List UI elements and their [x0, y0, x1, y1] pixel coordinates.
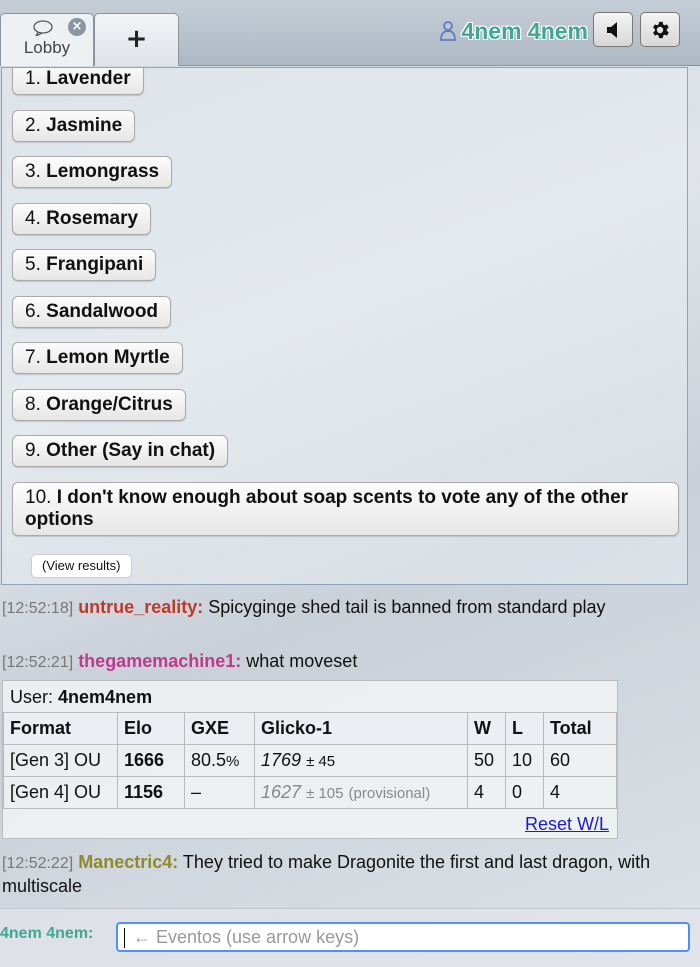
chat-text: Spicyginge shed tail is banned from stan…	[208, 597, 606, 617]
column-header: GXE	[184, 712, 255, 745]
poll-option[interactable]: 3. Lemongrass	[12, 156, 173, 188]
poll-option[interactable]: 1. Lavender	[12, 68, 144, 95]
column-header: Format	[3, 712, 118, 745]
format-cell: [Gen 3] OU	[3, 744, 118, 777]
total-cell: 60	[543, 744, 617, 777]
poll-option[interactable]: 6. Sandalwood	[12, 296, 172, 328]
chat-username[interactable]: Manectric4:	[78, 852, 178, 872]
column-header: Glicko-1	[254, 712, 468, 745]
close-icon[interactable]: ×	[68, 18, 86, 36]
new-tab-button[interactable]: +	[94, 13, 179, 66]
column-header: Elo	[117, 712, 185, 745]
chat-message: [12:52:21] thegamemachine1: what moveset	[2, 650, 692, 674]
header-username[interactable]: 4nem 4nem	[461, 18, 588, 45]
view-results-button[interactable]: (View results)	[31, 554, 132, 578]
user-menu[interactable]: 4nem 4nem	[440, 14, 588, 48]
wins-cell: 50	[467, 744, 506, 777]
plus-icon: +	[125, 24, 148, 54]
volume-button[interactable]	[593, 12, 633, 47]
volume-icon	[607, 21, 617, 38]
poll-option[interactable]: 8. Orange/Citrus	[12, 389, 186, 421]
table-row: [Gen 3] OU 1666 80.5% 1769 ± 45 50 10 60	[3, 744, 617, 777]
column-header: W	[467, 712, 506, 745]
chat-input-placeholder: ← Eventos (use arrow keys)	[133, 927, 360, 947]
format-cell: [Gen 4] OU	[3, 776, 118, 809]
glicko-cell: 1627 ± 105 (provisional)	[254, 776, 468, 809]
chat-message: [12:52:18] untrue_reality: Spicyginge sh…	[2, 596, 692, 620]
timestamp: [12:52:21]	[2, 654, 74, 671]
poll-option[interactable]: 7. Lemon Myrtle	[12, 342, 183, 374]
chat-bubble-icon	[33, 20, 53, 36]
chat-username[interactable]: untrue_reality:	[78, 597, 203, 617]
settings-button[interactable]	[640, 12, 680, 47]
chat-message: [12:52:22] Manectric4: They tried to mak…	[2, 851, 692, 897]
tab-lobby-label: Lobby	[23, 38, 71, 57]
gxe-cell: 80.5%	[184, 744, 255, 777]
timestamp: [12:52:22]	[2, 855, 74, 872]
elo-cell: 1156	[117, 776, 185, 809]
chat-text: what moveset	[246, 651, 358, 671]
gear-icon	[653, 21, 669, 38]
user-icon	[440, 21, 457, 41]
top-header: Lobby × + 4nem 4nem	[0, 0, 700, 66]
poll-option[interactable]: 2. Jasmine	[12, 110, 136, 142]
tab-lobby[interactable]: Lobby ×	[0, 13, 94, 66]
rank-user: User: 4nem4nem	[10, 687, 153, 707]
gxe-cell: –	[184, 776, 255, 809]
chat-input-bar: 4nem 4nem: ← Eventos (use arrow keys)	[0, 908, 700, 967]
rank-table: Format Elo GXE Glicko-1 W L Total [Gen 3…	[3, 712, 617, 809]
total-cell: 4	[543, 776, 617, 809]
column-header: Total	[543, 712, 617, 745]
column-header: L	[505, 712, 544, 745]
input-username: 4nem 4nem:	[0, 925, 94, 942]
reset-wl-link[interactable]: Reset W/L	[525, 814, 609, 835]
timestamp: [12:52:18]	[2, 600, 74, 617]
losses-cell: 0	[505, 776, 544, 809]
poll-box: 1. Lavender 2. Jasmine 3. Lemongrass 4. …	[1, 67, 688, 585]
poll-option[interactable]: 9. Other (Say in chat)	[12, 435, 229, 467]
chat-username[interactable]: thegamemachine1:	[78, 651, 241, 671]
poll-option[interactable]: 10. I don't know enough about soap scent…	[12, 482, 679, 536]
poll-option[interactable]: 5. Frangipani	[12, 249, 157, 281]
losses-cell: 10	[505, 744, 544, 777]
table-header-row: Format Elo GXE Glicko-1 W L Total	[3, 712, 617, 745]
wins-cell: 4	[467, 776, 506, 809]
poll-option[interactable]: 4. Rosemary	[12, 203, 152, 235]
text-caret	[124, 928, 125, 949]
elo-cell: 1666	[117, 744, 185, 777]
rank-box: User: 4nem4nem Format Elo GXE Glicko-1 W…	[2, 680, 618, 839]
table-row: [Gen 4] OU 1156 – 1627 ± 105 (provisiona…	[3, 776, 617, 809]
glicko-cell: 1769 ± 45	[254, 744, 468, 777]
chat-input[interactable]: ← Eventos (use arrow keys)	[116, 922, 690, 952]
